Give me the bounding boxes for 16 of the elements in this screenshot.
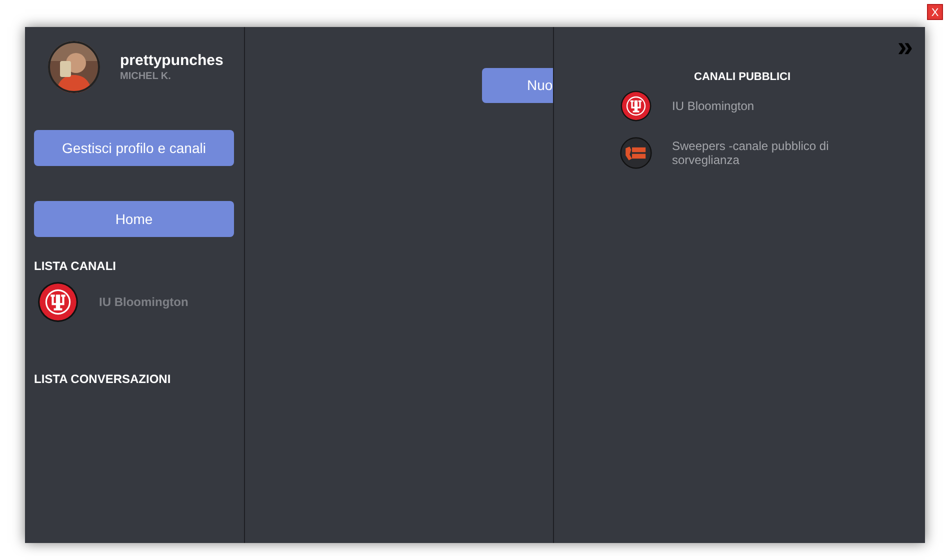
trident-logo-icon — [620, 90, 652, 122]
close-button[interactable]: X — [927, 4, 943, 20]
section-title: LISTA CANALI — [34, 258, 117, 275]
home-button[interactable]: Home — [34, 201, 234, 237]
collapse-button[interactable]: » — [897, 35, 913, 59]
new-button[interactable]: Nuo — [482, 68, 553, 103]
section-title: CANALI PUBBLICI — [694, 70, 792, 85]
channel-item[interactable]: IU Bloomington — [99, 293, 188, 311]
user-name: MICHEL K. — [120, 71, 172, 83]
username: prettypunches — [120, 51, 224, 71]
channel-item[interactable]: IU Bloomington — [672, 98, 862, 112]
trident-logo-icon — [37, 281, 79, 323]
sweepers-logo-icon — [620, 136, 652, 168]
channel-item[interactable]: Sweepers -canale pubblico di sorveglianza — [672, 138, 862, 166]
manage-profile-button[interactable]: Gestisci profilo e canali — [34, 130, 234, 166]
section-title: LISTA CONVERSAZIONI — [34, 371, 172, 388]
